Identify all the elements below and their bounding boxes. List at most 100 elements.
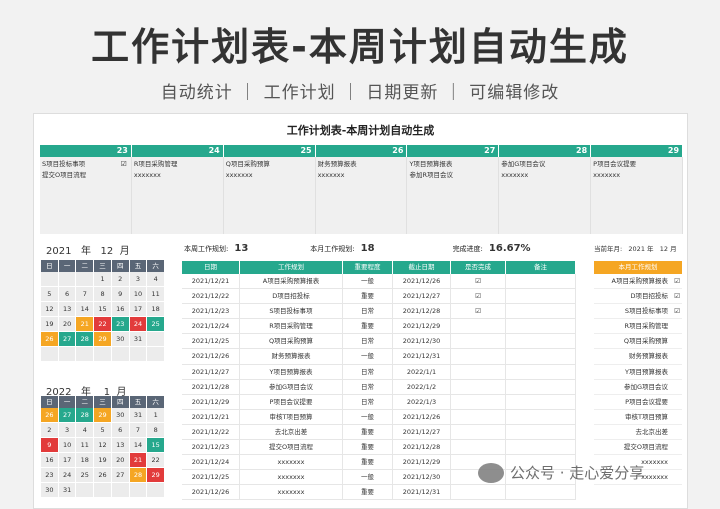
checkbox-icon[interactable] — [672, 440, 682, 454]
calendar-day[interactable]: 10 — [129, 287, 148, 302]
calendar-day[interactable]: 31 — [129, 332, 148, 347]
calendar-day[interactable]: 29 — [94, 332, 112, 347]
calendar-day[interactable]: 29 — [147, 468, 166, 483]
calendar-day[interactable]: 27 — [58, 408, 77, 423]
calendar-day[interactable]: 5 — [41, 287, 59, 302]
calendar-day[interactable]: 21 — [129, 453, 148, 468]
calendar-day[interactable]: 25 — [147, 317, 166, 332]
calendar-day[interactable] — [76, 272, 95, 287]
calendar-day[interactable] — [58, 347, 77, 362]
calendar-day[interactable]: 28 — [129, 468, 148, 483]
checkbox-icon[interactable] — [672, 319, 682, 333]
done-checkbox[interactable] — [451, 394, 506, 410]
checkbox-icon[interactable]: ☑ — [672, 304, 682, 318]
calendar-day[interactable]: 31 — [129, 408, 148, 423]
calendar-day[interactable]: 20 — [58, 317, 77, 332]
calendar-day[interactable]: 20 — [111, 453, 130, 468]
calendar-day[interactable]: 24 — [58, 468, 77, 483]
calendar-day[interactable]: 30 — [41, 483, 59, 498]
calendar-day[interactable]: 15 — [147, 438, 166, 453]
done-checkbox[interactable] — [451, 409, 506, 425]
calendar-day[interactable]: 6 — [58, 287, 77, 302]
done-checkbox[interactable] — [451, 485, 506, 501]
done-checkbox[interactable] — [451, 424, 506, 441]
checkbox-icon[interactable]: ☑ — [121, 160, 127, 168]
calendar-day[interactable]: 18 — [76, 453, 95, 468]
calendar-day[interactable]: 21 — [76, 317, 95, 332]
calendar-day[interactable]: 13 — [58, 302, 77, 317]
calendar-day[interactable] — [76, 483, 95, 498]
calendar-day[interactable]: 16 — [111, 302, 130, 317]
calendar-day[interactable]: 26 — [41, 332, 59, 347]
calendar-day[interactable]: 31 — [58, 483, 77, 498]
calendar-day[interactable] — [94, 483, 112, 498]
calendar-day[interactable]: 3 — [129, 272, 148, 287]
calendar-day[interactable]: 22 — [94, 317, 112, 332]
checkbox-icon[interactable]: ☑ — [672, 274, 682, 288]
calendar-day[interactable]: 16 — [41, 453, 59, 468]
calendar-day[interactable]: 6 — [111, 423, 130, 438]
calendar-day[interactable]: 17 — [129, 302, 148, 317]
checkbox-icon[interactable]: ☑ — [672, 289, 682, 303]
checkbox-icon[interactable] — [672, 349, 682, 363]
calendar-day[interactable]: 30 — [111, 408, 130, 423]
calendar-day[interactable]: 19 — [94, 453, 112, 468]
done-checkbox[interactable]: ☑ — [451, 289, 506, 305]
calendar-day[interactable]: 9 — [111, 287, 130, 302]
calendar-day[interactable]: 28 — [76, 408, 95, 423]
done-checkbox[interactable] — [451, 379, 506, 395]
calendar-day[interactable]: 5 — [94, 423, 112, 438]
checkbox-icon[interactable] — [672, 470, 682, 484]
calendar-day[interactable]: 14 — [76, 302, 95, 317]
calendar-day[interactable]: 2 — [111, 272, 130, 287]
calendar-day[interactable]: 13 — [111, 438, 130, 453]
checkbox-icon[interactable] — [672, 365, 682, 379]
done-checkbox[interactable]: ☑ — [451, 274, 506, 290]
calendar-day[interactable]: 12 — [41, 302, 59, 317]
calendar-day[interactable]: 29 — [94, 408, 112, 423]
calendar-day[interactable]: 18 — [147, 302, 166, 317]
calendar-day[interactable]: 9 — [41, 438, 59, 453]
calendar-day[interactable] — [94, 347, 112, 362]
calendar-day[interactable]: 12 — [94, 438, 112, 453]
checkbox-icon[interactable] — [672, 455, 682, 469]
calendar-day[interactable]: 8 — [94, 287, 112, 302]
done-checkbox[interactable] — [451, 349, 506, 365]
calendar-day[interactable]: 11 — [76, 438, 95, 453]
checkbox-icon[interactable] — [672, 425, 682, 439]
calendar-day[interactable]: 19 — [41, 317, 59, 332]
calendar-day[interactable]: 1 — [94, 272, 112, 287]
checkbox-icon[interactable] — [672, 395, 682, 409]
calendar-day[interactable]: 4 — [76, 423, 95, 438]
calendar-day[interactable] — [111, 347, 130, 362]
calendar-day[interactable]: 8 — [147, 423, 166, 438]
done-checkbox[interactable]: ☑ — [451, 304, 506, 320]
calendar-day[interactable] — [41, 347, 59, 362]
calendar-day[interactable] — [58, 272, 77, 287]
calendar-day[interactable]: 1 — [147, 408, 166, 423]
calendar-day[interactable] — [129, 483, 148, 498]
calendar-day[interactable]: 17 — [58, 453, 77, 468]
calendar-day[interactable]: 3 — [58, 423, 77, 438]
calendar-day[interactable]: 10 — [58, 438, 77, 453]
calendar-day[interactable]: 23 — [111, 317, 130, 332]
done-checkbox[interactable] — [451, 334, 506, 350]
done-checkbox[interactable] — [451, 440, 506, 456]
checkbox-icon[interactable] — [672, 410, 682, 424]
calendar-day[interactable]: 11 — [147, 287, 166, 302]
calendar-day[interactable]: 25 — [76, 468, 95, 483]
calendar-day[interactable]: 2 — [41, 423, 59, 438]
calendar-day[interactable]: 4 — [147, 272, 166, 287]
calendar-day[interactable] — [41, 272, 59, 287]
calendar-day[interactable]: 28 — [76, 332, 95, 347]
calendar-day[interactable] — [147, 483, 166, 498]
calendar-day[interactable]: 26 — [94, 468, 112, 483]
calendar-day[interactable]: 30 — [111, 332, 130, 347]
calendar-day[interactable]: 23 — [41, 468, 59, 483]
calendar-day[interactable]: 15 — [94, 302, 112, 317]
calendar-day[interactable] — [147, 347, 166, 362]
calendar-day[interactable] — [111, 483, 130, 498]
calendar-day[interactable]: 14 — [129, 438, 148, 453]
calendar-day[interactable]: 22 — [147, 453, 166, 468]
calendar-day[interactable]: 7 — [129, 423, 148, 438]
